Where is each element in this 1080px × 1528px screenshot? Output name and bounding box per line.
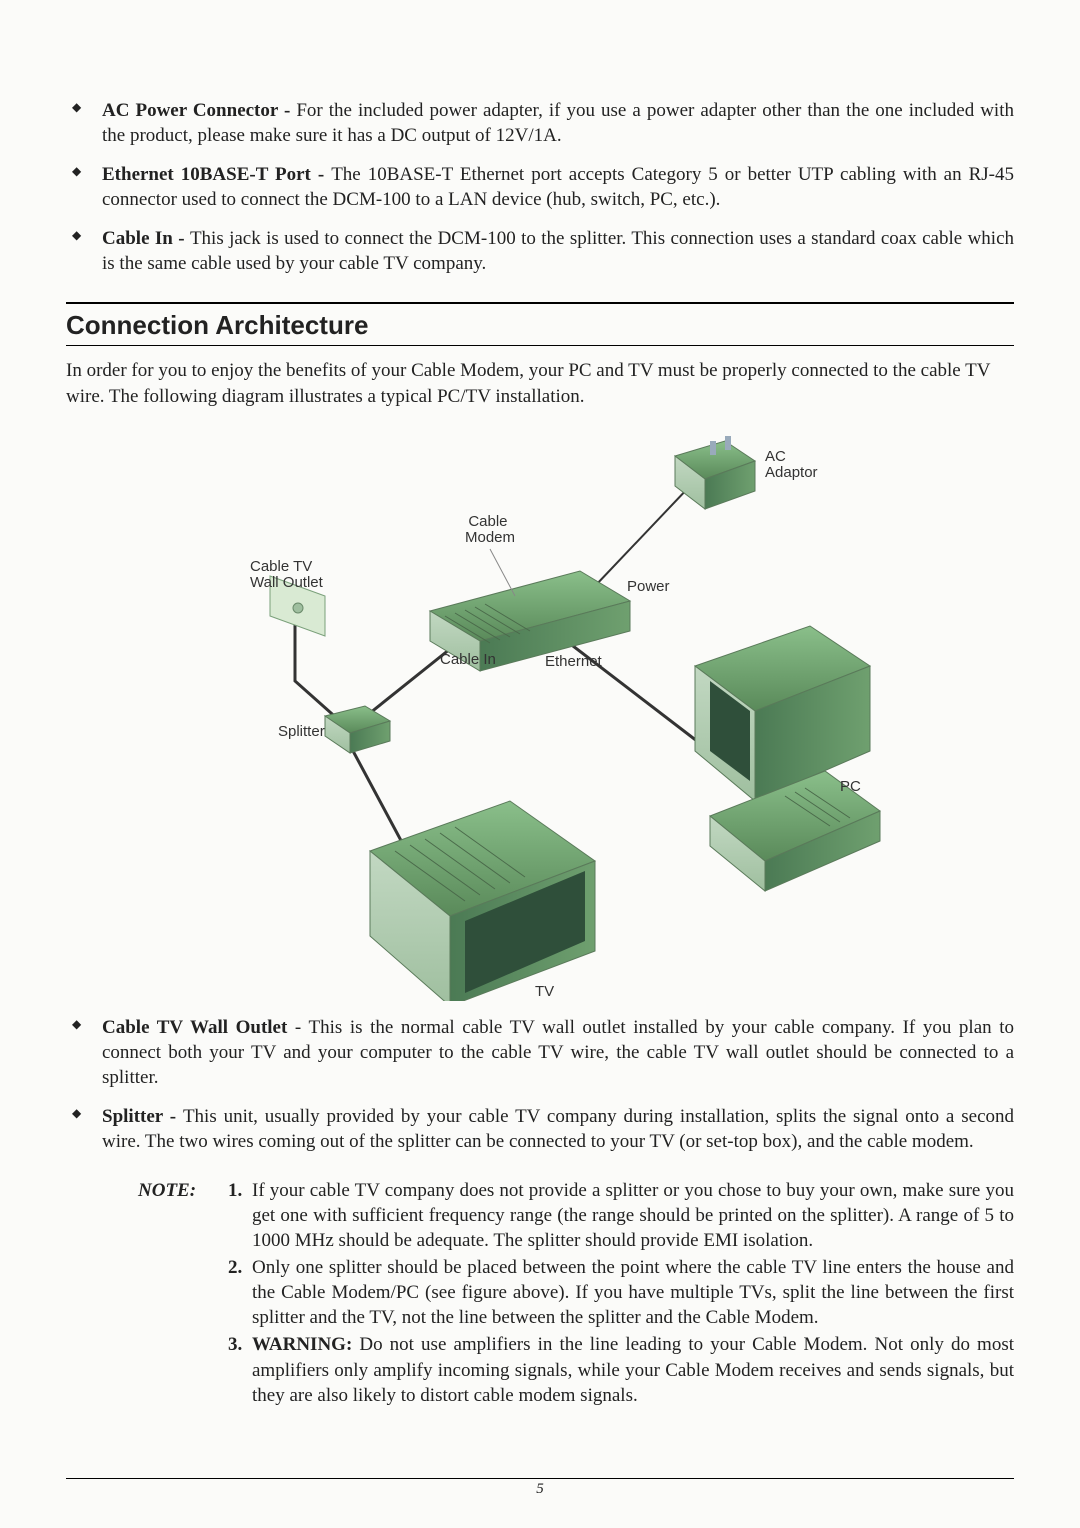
diagram-label: Cable — [468, 513, 507, 530]
note-lead: WARNING: — [252, 1334, 359, 1355]
section-divider-top — [66, 302, 1014, 304]
term-text: This unit, usually provided by your cabl… — [102, 1106, 1014, 1152]
list-item: Cable In - This jack is used to connect … — [66, 226, 1014, 276]
svg-text:AC Adaptor: AC Adaptor — [765, 448, 818, 481]
note-item: 1. If your cable TV company does not pro… — [228, 1178, 1014, 1253]
pc-icon — [695, 626, 880, 891]
diagram-label: Splitter — [278, 723, 325, 740]
diagram-label: Wall Outlet — [250, 574, 324, 591]
top-bullet-list: AC Power Connector - For the included po… — [66, 98, 1014, 276]
lower-bullet-list: Cable TV Wall Outlet - This is the norma… — [66, 1015, 1014, 1154]
list-item: Cable TV Wall Outlet - This is the norma… — [66, 1015, 1014, 1090]
diagram-label: Power — [627, 578, 670, 595]
note-item: 2. Only one splitter should be placed be… — [228, 1255, 1014, 1330]
note-number: 3. — [228, 1332, 252, 1407]
diagram-label: AC — [765, 448, 786, 465]
diagram-label: Cable TV — [250, 558, 312, 575]
section-intro: In order for you to enjoy the benefits o… — [66, 358, 1014, 408]
term-sep: - — [287, 1017, 308, 1038]
ac-adaptor-icon — [675, 436, 755, 509]
page-footer: 5 — [66, 1478, 1014, 1498]
note-item: 3. WARNING: Do not use amplifiers in the… — [228, 1332, 1014, 1407]
note-block: NOTE: 1. If your cable TV company does n… — [138, 1178, 1014, 1410]
diagram-label: Modem — [465, 529, 515, 546]
note-text: WARNING: Do not use amplifiers in the li… — [252, 1332, 1014, 1407]
note-number: 1. — [228, 1178, 252, 1253]
diagram-label: PC — [840, 778, 861, 795]
page-number: 5 — [536, 1481, 544, 1497]
note-label: NOTE: — [138, 1178, 228, 1410]
splitter-icon — [325, 706, 390, 753]
svg-text:Cable TV Wall Outlet: Cable TV Wall Outlet — [250, 558, 324, 591]
diagram-label: Cable In — [440, 651, 496, 668]
svg-text:Cable Modem: Cable Modem — [465, 513, 515, 546]
section-divider-bottom — [66, 345, 1014, 346]
section-title: Connection Architecture — [66, 310, 1014, 341]
diagram-label: Ethernet — [545, 653, 603, 670]
term: Cable In - — [102, 228, 190, 249]
note-text: If your cable TV company does not provid… — [252, 1178, 1014, 1253]
diagram-label: Adaptor — [765, 464, 818, 481]
term: Splitter - — [102, 1106, 183, 1127]
diagram-label: TV — [535, 983, 554, 1000]
term: Ethernet 10BASE-T Port - — [102, 164, 331, 185]
tv-icon — [370, 801, 595, 1001]
list-item: Ethernet 10BASE-T Port - The 10BASE-T Et… — [66, 162, 1014, 212]
term: Cable TV Wall Outlet — [102, 1017, 287, 1038]
list-item: AC Power Connector - For the included po… — [66, 98, 1014, 148]
note-text: Only one splitter should be placed betwe… — [252, 1255, 1014, 1330]
term-text: This jack is used to connect the DCM-100… — [102, 228, 1014, 274]
term: AC Power Connector - — [102, 100, 296, 121]
connection-diagram: Cable TV Wall Outlet Splitter Cable Mode… — [190, 421, 890, 1001]
list-item: Splitter - This unit, usually provided b… — [66, 1104, 1014, 1154]
note-number: 2. — [228, 1255, 252, 1330]
